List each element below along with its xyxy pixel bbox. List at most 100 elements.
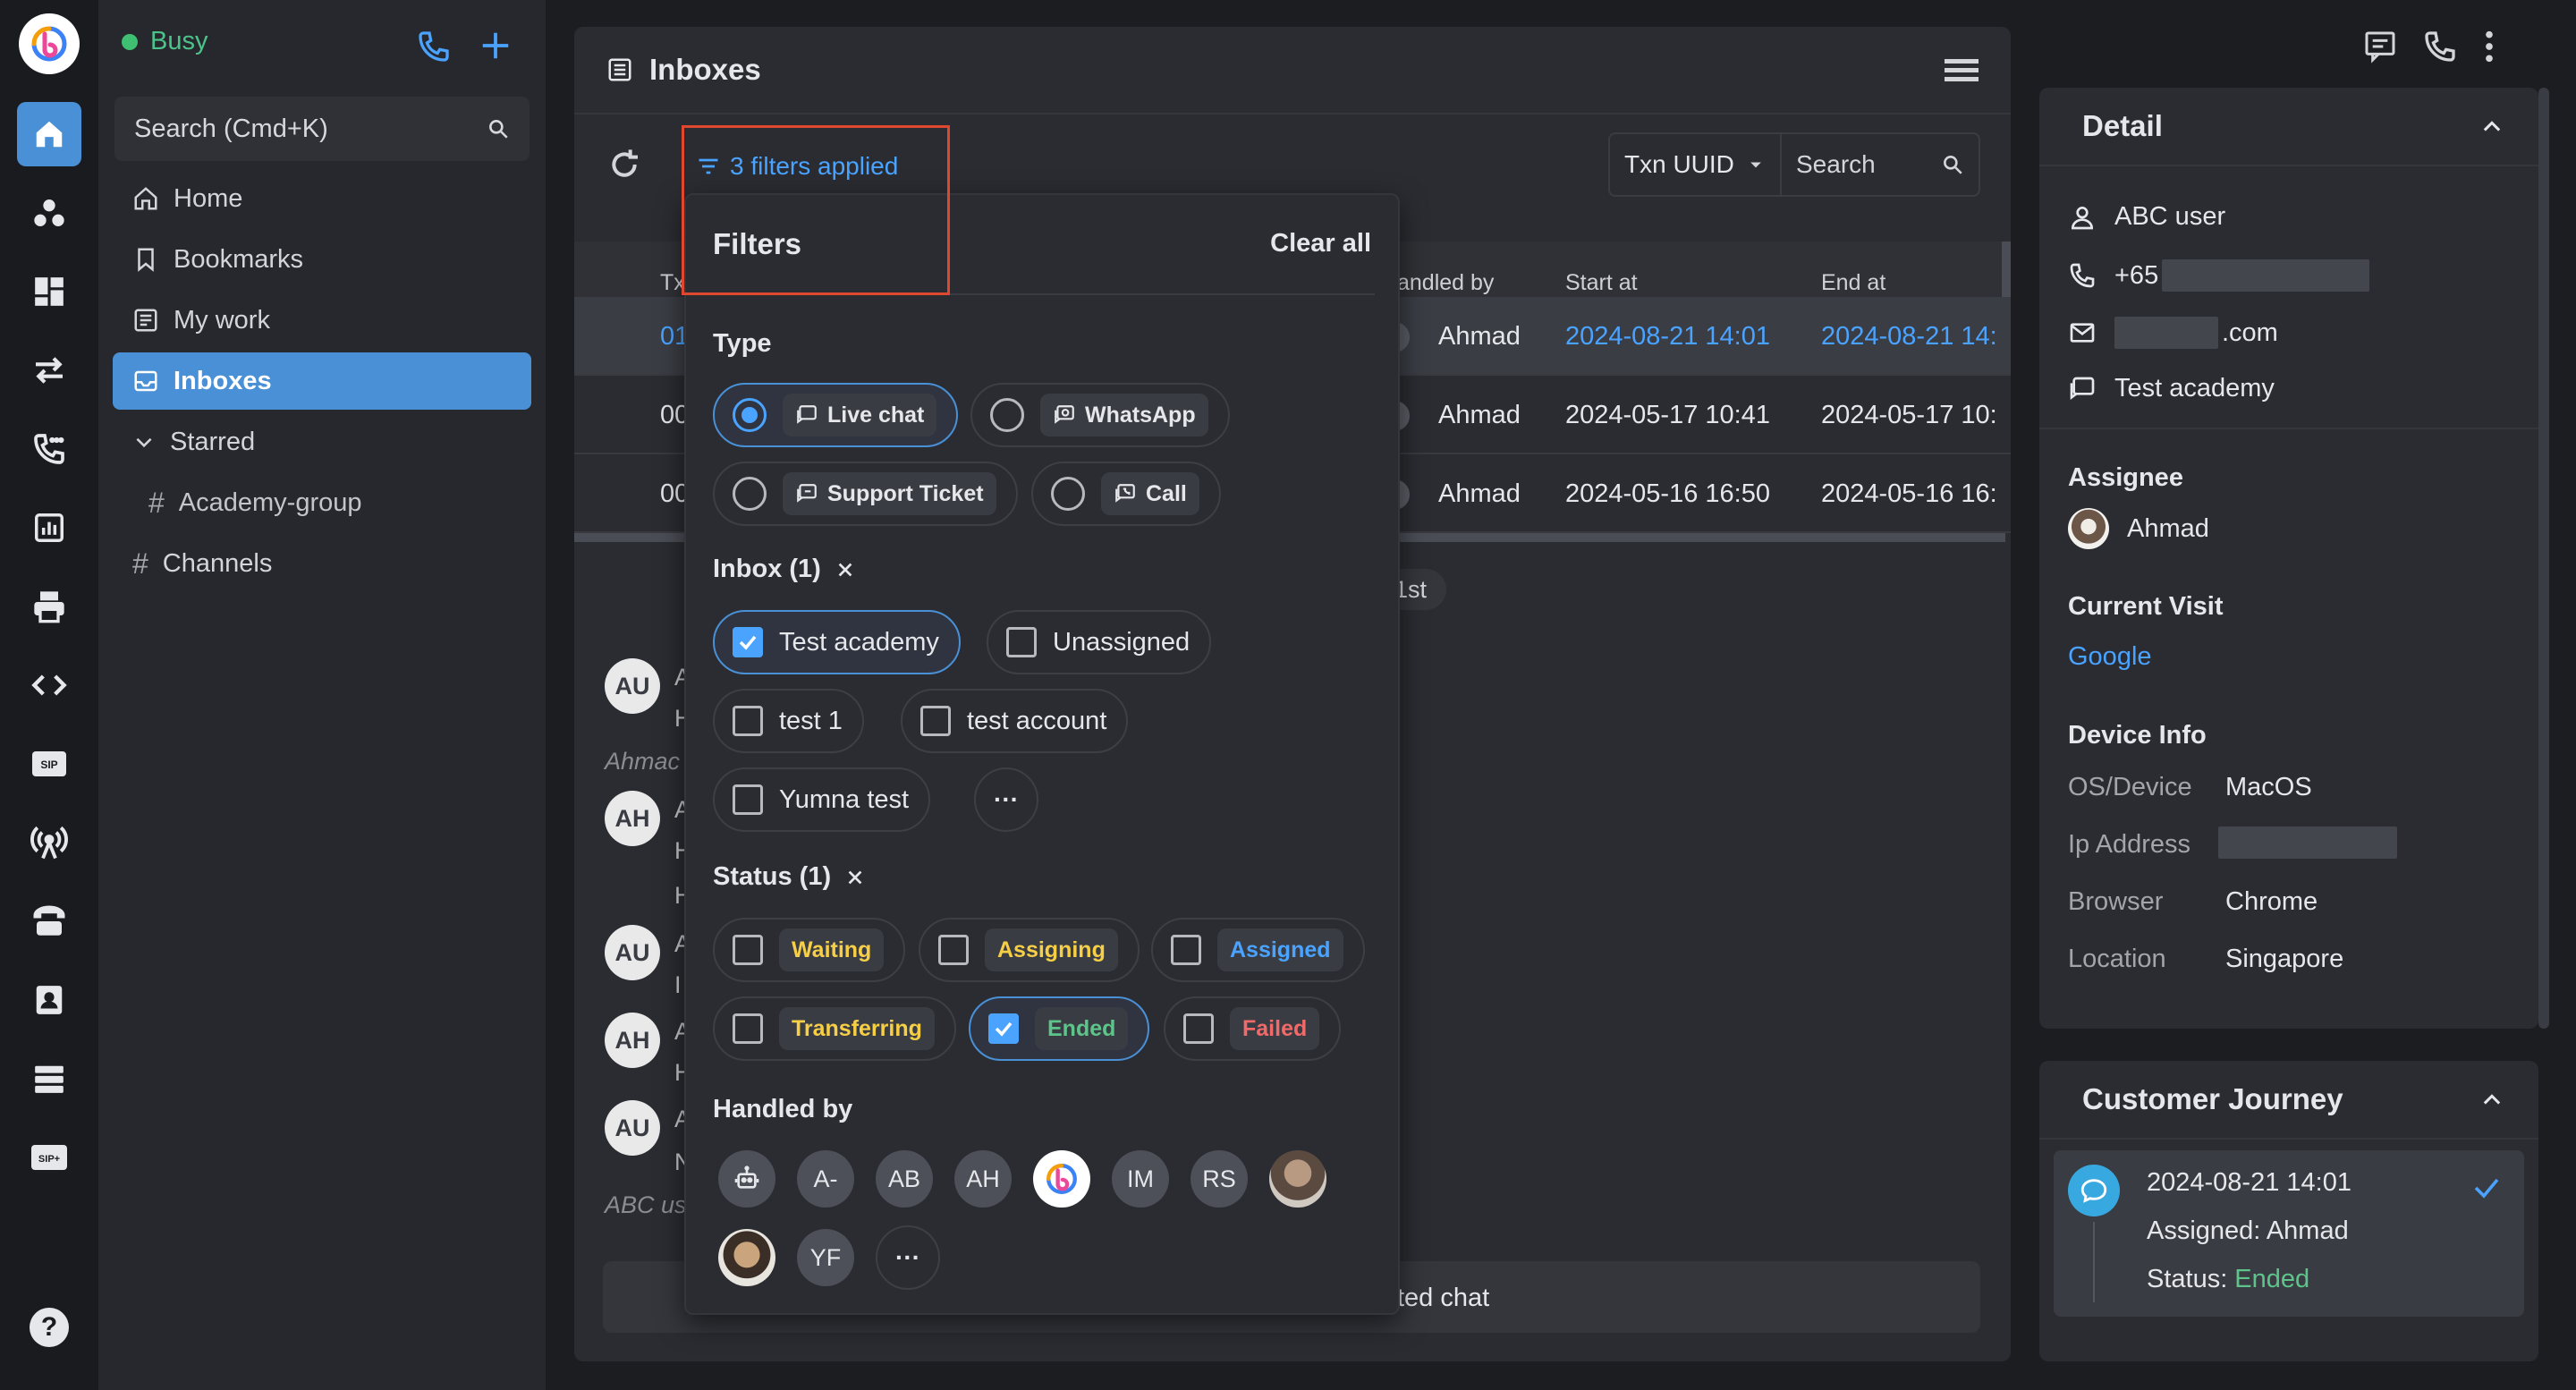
current-visit-link[interactable]: Google bbox=[2068, 642, 2152, 672]
status-dot-icon bbox=[122, 33, 138, 50]
handler-avatar[interactable]: A- bbox=[797, 1150, 854, 1208]
add-icon[interactable] bbox=[479, 29, 513, 63]
status-option-assigned[interactable]: Assigned bbox=[1151, 918, 1365, 982]
handler-avatar[interactable]: AH bbox=[954, 1150, 1012, 1208]
nav-bookmarks[interactable]: Bookmarks bbox=[113, 231, 531, 288]
col-end-at[interactable]: End at bbox=[1821, 270, 1885, 296]
handled-by-section-label: Handled by bbox=[713, 1095, 852, 1124]
right-pane-scrollbar[interactable] bbox=[2538, 88, 2549, 1029]
refresh-icon[interactable] bbox=[606, 147, 642, 182]
detail-header[interactable]: Detail bbox=[2039, 88, 2538, 166]
nav-my-work[interactable]: My work bbox=[113, 292, 531, 349]
assignee-name: Ahmad bbox=[2127, 513, 2209, 543]
contact-card-icon[interactable] bbox=[17, 968, 81, 1032]
detail-phone-row: +65 bbox=[2068, 259, 2370, 292]
panel-header: Inboxes bbox=[574, 27, 2011, 114]
app-logo-avatar-icon[interactable] bbox=[1033, 1150, 1090, 1208]
divider bbox=[2039, 428, 2538, 429]
phone-icon[interactable] bbox=[416, 29, 452, 64]
nav-starred[interactable]: Starred bbox=[113, 413, 531, 470]
journey-title: Customer Journey bbox=[2082, 1082, 2343, 1115]
detail-email-row: .com bbox=[2068, 317, 2278, 349]
search-icon bbox=[1941, 153, 1964, 176]
handler-avatar[interactable]: RS bbox=[1191, 1150, 1248, 1208]
col-start-at[interactable]: Start at bbox=[1565, 270, 1638, 296]
handler-avatar[interactable]: AB bbox=[876, 1150, 933, 1208]
server-icon[interactable] bbox=[17, 1047, 81, 1111]
my-work-icon bbox=[132, 307, 159, 334]
mail-icon bbox=[2068, 318, 2097, 347]
page-title: Inboxes bbox=[649, 53, 761, 86]
inbox-option-unassigned[interactable]: Unassigned bbox=[987, 610, 1212, 674]
chevron-up-icon[interactable] bbox=[2479, 1088, 2504, 1113]
type-option-support-ticket[interactable]: Support Ticket bbox=[713, 462, 1018, 526]
status-option-transferring[interactable]: Transferring bbox=[713, 996, 956, 1061]
reports-icon[interactable] bbox=[17, 496, 81, 560]
inbox-option-test-account[interactable]: test account bbox=[901, 689, 1129, 753]
svg-text:SIP: SIP bbox=[40, 759, 57, 771]
transfer-icon[interactable] bbox=[17, 338, 81, 403]
printer-icon[interactable] bbox=[17, 574, 81, 639]
clear-status-close-icon[interactable] bbox=[845, 868, 865, 887]
type-option-call[interactable]: Call bbox=[1031, 462, 1221, 526]
sip-icon[interactable]: SIP bbox=[17, 732, 81, 796]
chevron-up-icon[interactable] bbox=[2479, 114, 2504, 140]
more-vertical-icon[interactable] bbox=[2483, 29, 2496, 64]
handled-by-more-button[interactable]: ··· bbox=[876, 1225, 940, 1290]
menu-icon[interactable] bbox=[1945, 57, 1979, 84]
svg-text:SIP+: SIP+ bbox=[38, 1154, 60, 1165]
inbox-option-test-academy[interactable]: Test academy bbox=[713, 610, 961, 674]
call-icon[interactable] bbox=[2422, 29, 2458, 64]
sip-plus-icon[interactable]: SIP+ bbox=[17, 1125, 81, 1190]
contacts-icon[interactable] bbox=[17, 181, 81, 245]
handler-avatar[interactable]: IM bbox=[1112, 1150, 1169, 1208]
status-option-assigning[interactable]: Assigning bbox=[919, 918, 1140, 982]
nav-home[interactable]: Home bbox=[113, 170, 531, 227]
chat-meta: Ahmac bbox=[605, 748, 681, 775]
messages-icon[interactable] bbox=[2361, 29, 2399, 64]
status-option-waiting[interactable]: Waiting bbox=[713, 918, 906, 982]
journey-item[interactable]: 2024-08-21 14:01 Assigned: Ahmad Status:… bbox=[2054, 1150, 2524, 1317]
sidebar-search-input[interactable]: Search (Cmd+K) bbox=[114, 97, 530, 161]
nav-inboxes[interactable]: Inboxes bbox=[113, 352, 531, 410]
phone-log-icon[interactable] bbox=[17, 417, 81, 481]
detail-phone: +65 bbox=[2114, 260, 2159, 290]
handler-photo-avatar[interactable] bbox=[718, 1229, 775, 1286]
inbox-option-test-1[interactable]: test 1 bbox=[713, 689, 864, 753]
type-label-text: WhatsApp bbox=[1085, 402, 1196, 428]
clear-all-button[interactable]: Clear all bbox=[1270, 229, 1371, 259]
type-option-whatsapp[interactable]: WhatsApp bbox=[970, 383, 1230, 447]
help-icon[interactable]: ? bbox=[30, 1308, 69, 1347]
status-tag: Assigned bbox=[1217, 928, 1343, 971]
nav-channels[interactable]: # Channels bbox=[113, 535, 531, 592]
col-handled-by[interactable]: andled by bbox=[1397, 270, 1494, 296]
code-icon[interactable] bbox=[17, 653, 81, 717]
nav-home-label: Home bbox=[174, 183, 243, 213]
inbox-more-button[interactable]: ··· bbox=[974, 767, 1038, 832]
clear-inbox-close-icon[interactable] bbox=[835, 560, 855, 580]
app-logo-icon[interactable] bbox=[19, 13, 80, 74]
type-option-live-chat[interactable]: Live chat bbox=[713, 383, 959, 447]
handler-avatar[interactable]: YF bbox=[797, 1229, 854, 1286]
chat-avatar: AH bbox=[605, 1013, 660, 1068]
detail-title: Detail bbox=[2082, 109, 2163, 142]
status-selector[interactable]: Busy bbox=[122, 27, 208, 56]
ip-label: Ip Address bbox=[2068, 830, 2191, 859]
txn-search-input[interactable]: Search bbox=[1782, 150, 1979, 179]
desk-phone-icon[interactable] bbox=[17, 889, 81, 954]
status-option-ended[interactable]: Ended bbox=[969, 996, 1150, 1061]
inbox-option-yumna-test[interactable]: Yumna test bbox=[713, 767, 931, 832]
broadcast-icon[interactable] bbox=[17, 810, 81, 875]
caret-down-icon bbox=[1747, 156, 1765, 174]
bot-icon[interactable] bbox=[718, 1150, 775, 1208]
txn-field-select[interactable]: Txn UUID bbox=[1610, 134, 1782, 195]
handler-photo-avatar[interactable] bbox=[1269, 1150, 1326, 1208]
type-label-text: Live chat bbox=[827, 402, 925, 428]
home-icon[interactable] bbox=[17, 102, 81, 166]
status-option-failed[interactable]: Failed bbox=[1164, 996, 1342, 1061]
dashboard-icon[interactable] bbox=[17, 259, 81, 324]
nav-academy-group[interactable]: # Academy-group bbox=[113, 474, 531, 531]
status-tag: Ended bbox=[1035, 1007, 1129, 1050]
journey-header[interactable]: Customer Journey bbox=[2039, 1061, 2538, 1140]
inbox-option-label: Unassigned bbox=[1053, 627, 1191, 657]
